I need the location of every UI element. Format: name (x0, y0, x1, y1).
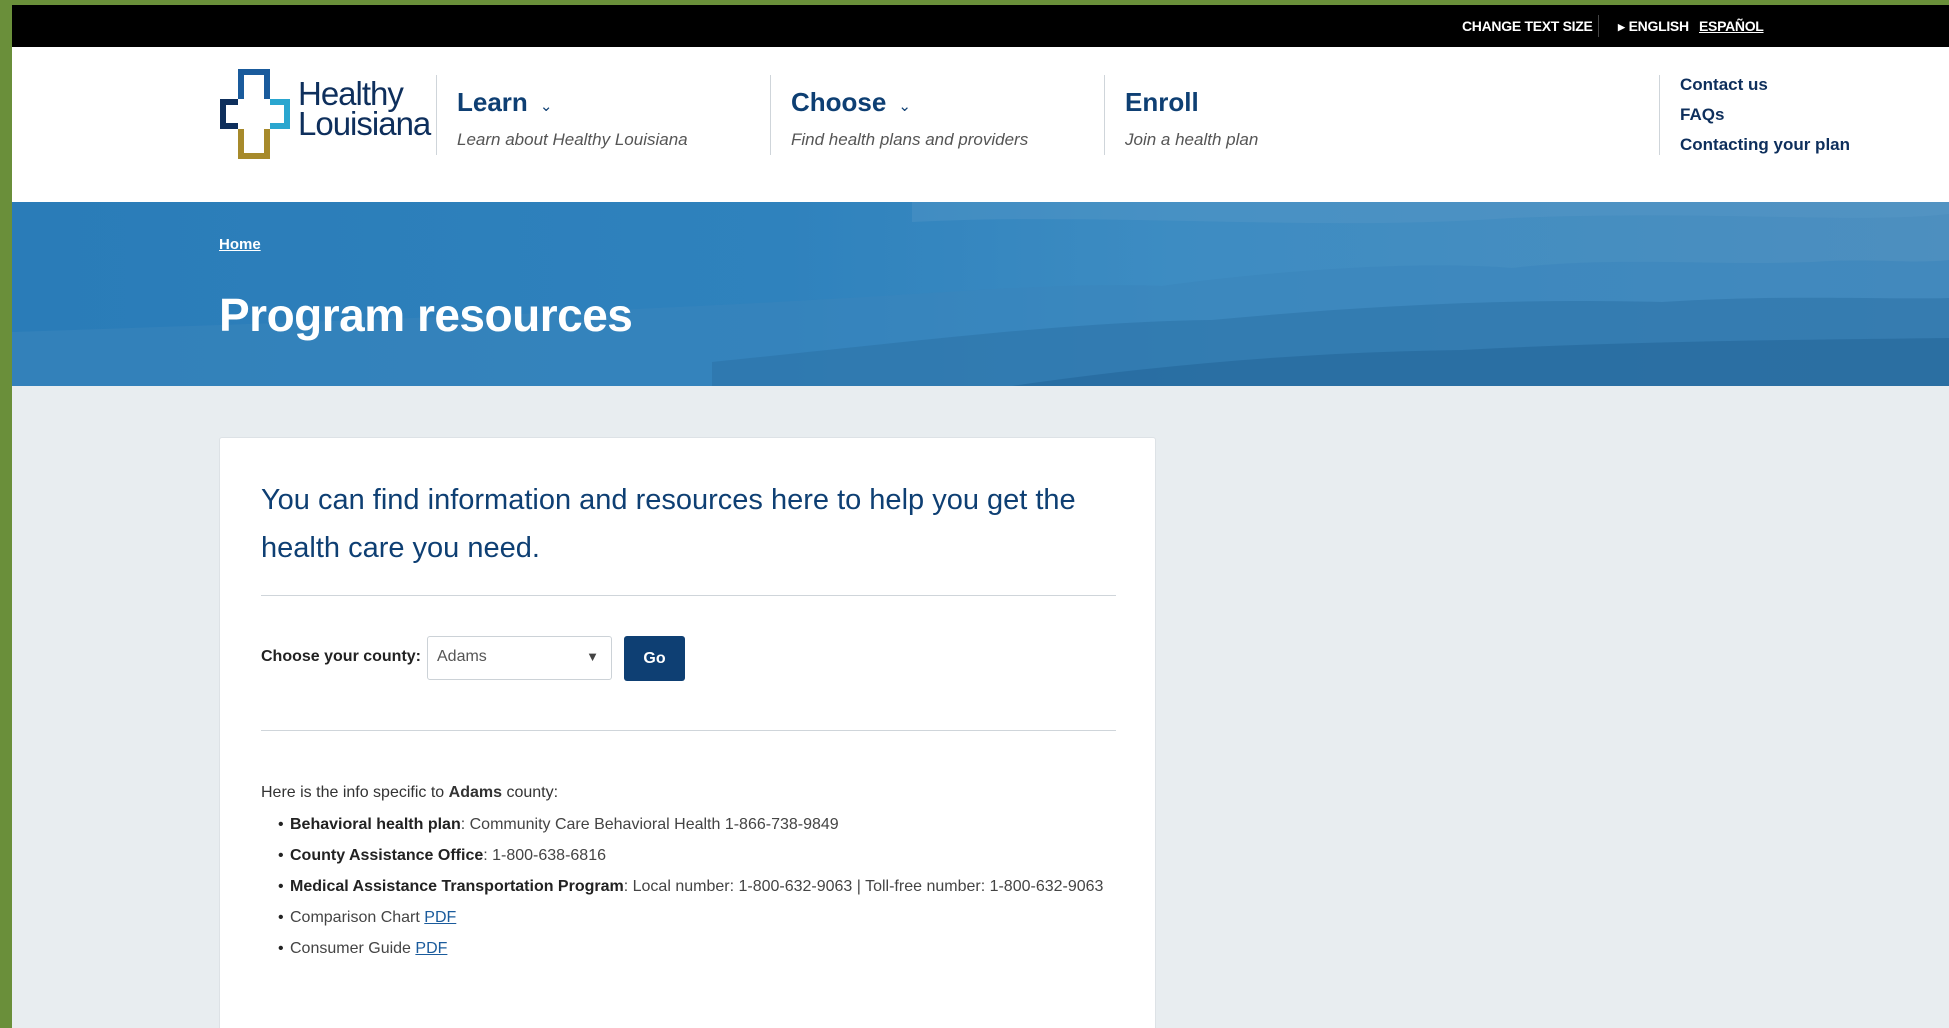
county-info-intro: Here is the info specific to Adams count… (261, 784, 558, 802)
list-item: Medical Assistance Transportation Progra… (278, 878, 1103, 896)
divider (261, 730, 1116, 731)
comparison-chart-pdf-link[interactable]: PDF (424, 909, 456, 926)
contact-us-link[interactable]: Contact us (1680, 75, 1850, 95)
county-info-list: Behavioral health plan: Community Care B… (278, 816, 1103, 971)
language-english[interactable]: ▶ ENGLISH (1618, 18, 1689, 34)
item-label: County Assistance Office (290, 847, 484, 864)
nav-divider (436, 75, 437, 155)
cross-logo-icon (220, 69, 290, 159)
info-prefix: Here is the info specific to (261, 784, 449, 801)
logo-word-louisiana: Louisiana (298, 105, 431, 142)
browser-frame: CHANGE TEXT SIZE ▶ ENGLISH ESPAÑOL Health… (12, 5, 1949, 1028)
nav-divider (1104, 75, 1105, 155)
breadcrumb-home-link[interactable]: Home (219, 236, 261, 253)
nav-enroll-subtitle: Join a health plan (1125, 130, 1259, 149)
dropdown-arrow-icon: ▼ (586, 649, 599, 664)
info-suffix: county: (502, 784, 559, 801)
site-header: Healthy Louisiana Learn ⌄ Learn about Hea… (12, 47, 1949, 202)
contacting-your-plan-link[interactable]: Contacting your plan (1680, 135, 1850, 155)
language-espanol-link[interactable]: ESPAÑOL (1699, 18, 1764, 34)
language-english-label: ENGLISH (1628, 18, 1689, 34)
resources-card: You can find information and resources h… (219, 437, 1156, 1028)
change-text-size-button[interactable]: CHANGE TEXT SIZE (1462, 18, 1593, 34)
utility-divider (1598, 15, 1599, 37)
item-text: Consumer Guide (290, 940, 416, 957)
item-text: : Local number: 1-800-632-9063 | Toll-fr… (623, 878, 1104, 895)
page-title: Program resources (219, 289, 633, 341)
list-item: Comparison Chart PDF (278, 909, 1103, 927)
nav-choose[interactable]: Choose ⌄ Find health plans and providers (791, 87, 1028, 150)
intro-text: You can find information and resources h… (261, 484, 1076, 564)
county-select-value: Adams (437, 648, 487, 665)
hero-banner: Home Program resources (12, 202, 1949, 386)
list-item: County Assistance Office: 1-800-638-6816 (278, 847, 1103, 865)
nav-learn-title: Learn (457, 87, 528, 117)
divider (261, 595, 1116, 596)
caret-right-icon: ▶ (1618, 22, 1625, 32)
healthy-louisiana-logo[interactable]: Healthy Louisiana (220, 69, 431, 159)
item-label: Behavioral health plan (290, 816, 461, 833)
nav-divider (770, 75, 771, 155)
chevron-down-icon: ⌄ (539, 97, 553, 115)
nav-choose-subtitle: Find health plans and providers (791, 130, 1029, 149)
nav-learn[interactable]: Learn ⌄ Learn about Healthy Louisiana (457, 87, 688, 150)
county-label: Choose your county: (261, 648, 422, 665)
info-county: Adams (448, 784, 502, 801)
county-select[interactable]: Adams ▼ (427, 636, 612, 680)
header-utility-links: Contact us FAQs Contacting your plan (1680, 75, 1850, 165)
item-label: Medical Assistance Transportation Progra… (290, 878, 624, 895)
go-button[interactable]: Go (624, 636, 685, 681)
chevron-down-icon: ⌄ (898, 97, 911, 115)
nav-choose-title: Choose (791, 87, 887, 117)
nav-enroll-title: Enroll (1125, 87, 1199, 117)
nav-divider (1659, 75, 1660, 155)
consumer-guide-pdf-link[interactable]: PDF (415, 940, 447, 957)
utility-bar: CHANGE TEXT SIZE ▶ ENGLISH ESPAÑOL (12, 5, 1949, 47)
nav-learn-subtitle: Learn about Healthy Louisiana (457, 130, 688, 149)
nav-enroll[interactable]: Enroll Join a health plan (1125, 87, 1258, 150)
item-text: Comparison Chart (290, 909, 425, 926)
item-text: : 1-800-638-6816 (483, 847, 606, 864)
list-item: Behavioral health plan: Community Care B… (278, 816, 1103, 834)
item-text: : Community Care Behavioral Health 1-866… (460, 816, 839, 833)
faqs-link[interactable]: FAQs (1680, 105, 1850, 125)
list-item: Consumer Guide PDF (278, 940, 1103, 958)
